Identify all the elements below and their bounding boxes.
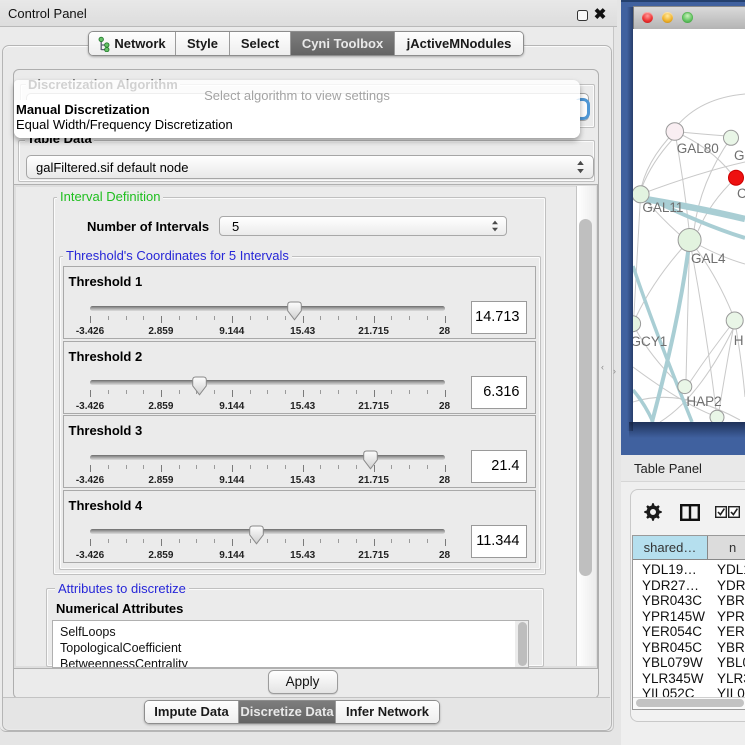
svg-text:GAL80: GAL80 bbox=[677, 141, 719, 156]
svg-text:HAP2: HAP2 bbox=[686, 394, 721, 409]
svg-text:H: H bbox=[734, 333, 744, 348]
svg-text:GCY1: GCY1 bbox=[633, 334, 667, 349]
svg-text:GAL11: GAL11 bbox=[642, 200, 683, 215]
svg-text:GAL4: GAL4 bbox=[691, 251, 726, 266]
svg-text:C: C bbox=[737, 186, 745, 201]
svg-text:G.: G. bbox=[734, 148, 745, 163]
